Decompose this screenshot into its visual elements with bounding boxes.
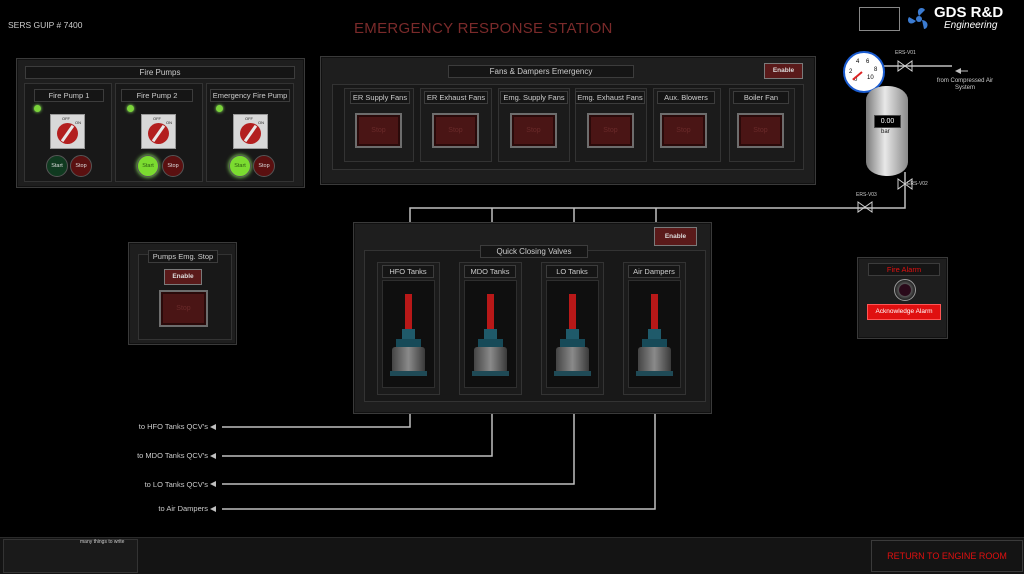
arrow-mdo-icon — [210, 453, 216, 459]
vessel-pressure-display: 0.00 — [874, 115, 901, 128]
qcv-valve-1 — [382, 280, 435, 388]
valve-v03-icon — [857, 201, 873, 213]
mdo-outlet-line — [222, 412, 493, 457]
gauge-tick-8: 8 — [874, 67, 878, 73]
arrow-lo-icon — [210, 481, 216, 487]
acknowledge-alarm-button[interactable]: Acknowledge Alarm — [867, 304, 941, 320]
valve-v01-label: ERS-V01 — [895, 50, 916, 56]
air-source-label: from Compressed Air System — [936, 78, 994, 91]
vessel-pressure-unit: bar — [881, 129, 890, 135]
dest-label-air: to Air Dampers — [158, 504, 208, 513]
arrow-hfo-icon — [210, 424, 216, 430]
dest-label-hfo: to HFO Tanks QCV's — [138, 422, 208, 431]
fire-alarm-lamp — [894, 279, 916, 301]
gauge-tick-2: 2 — [849, 69, 853, 75]
notes-text: many things to write — [80, 539, 125, 545]
pumps-emg-title: Pumps Emg. Stop — [148, 250, 218, 263]
fire-alarm-title: Fire Alarm — [868, 263, 940, 276]
pumps-emg-enable-button[interactable]: Enable — [164, 269, 202, 285]
lo-outlet-line — [222, 412, 575, 485]
qcv-label-2: MDO Tanks — [464, 265, 516, 278]
gauge-tick-4: 4 — [856, 59, 860, 65]
return-to-engine-room-button[interactable]: RETURN TO ENGINE ROOM — [871, 540, 1023, 572]
dest-label-mdo: to MDO Tanks QCV's — [137, 451, 208, 460]
gauge-needle — [852, 71, 863, 81]
qcv-label-4: Air Dampers — [628, 265, 680, 278]
vessel-outlet-line — [409, 186, 906, 222]
pumps-emg-stop-button[interactable]: Stop — [159, 290, 208, 327]
gauge-tick-6: 6 — [866, 59, 870, 65]
qcv-valve-2 — [464, 280, 517, 388]
qcv-title: Quick Closing Valves — [480, 245, 588, 258]
qcv-label-3: LO Tanks — [546, 265, 598, 278]
gauge-tick-10: 10 — [867, 75, 874, 81]
arrow-inlet-icon — [955, 68, 961, 74]
hfo-outlet-line — [222, 412, 411, 428]
arrow-air-icon — [210, 506, 216, 512]
valve-v02-label: ERS-V02 — [907, 181, 928, 187]
qcv-valve-4 — [628, 280, 681, 388]
qcv-label-1: HFO Tanks — [382, 265, 434, 278]
qcv-valve-3 — [546, 280, 599, 388]
valve-v03-label: ERS-V03 — [856, 192, 877, 198]
dest-label-lo: to LO Tanks QCV's — [144, 480, 208, 489]
qcv-enable-button[interactable]: Enable — [654, 227, 697, 246]
